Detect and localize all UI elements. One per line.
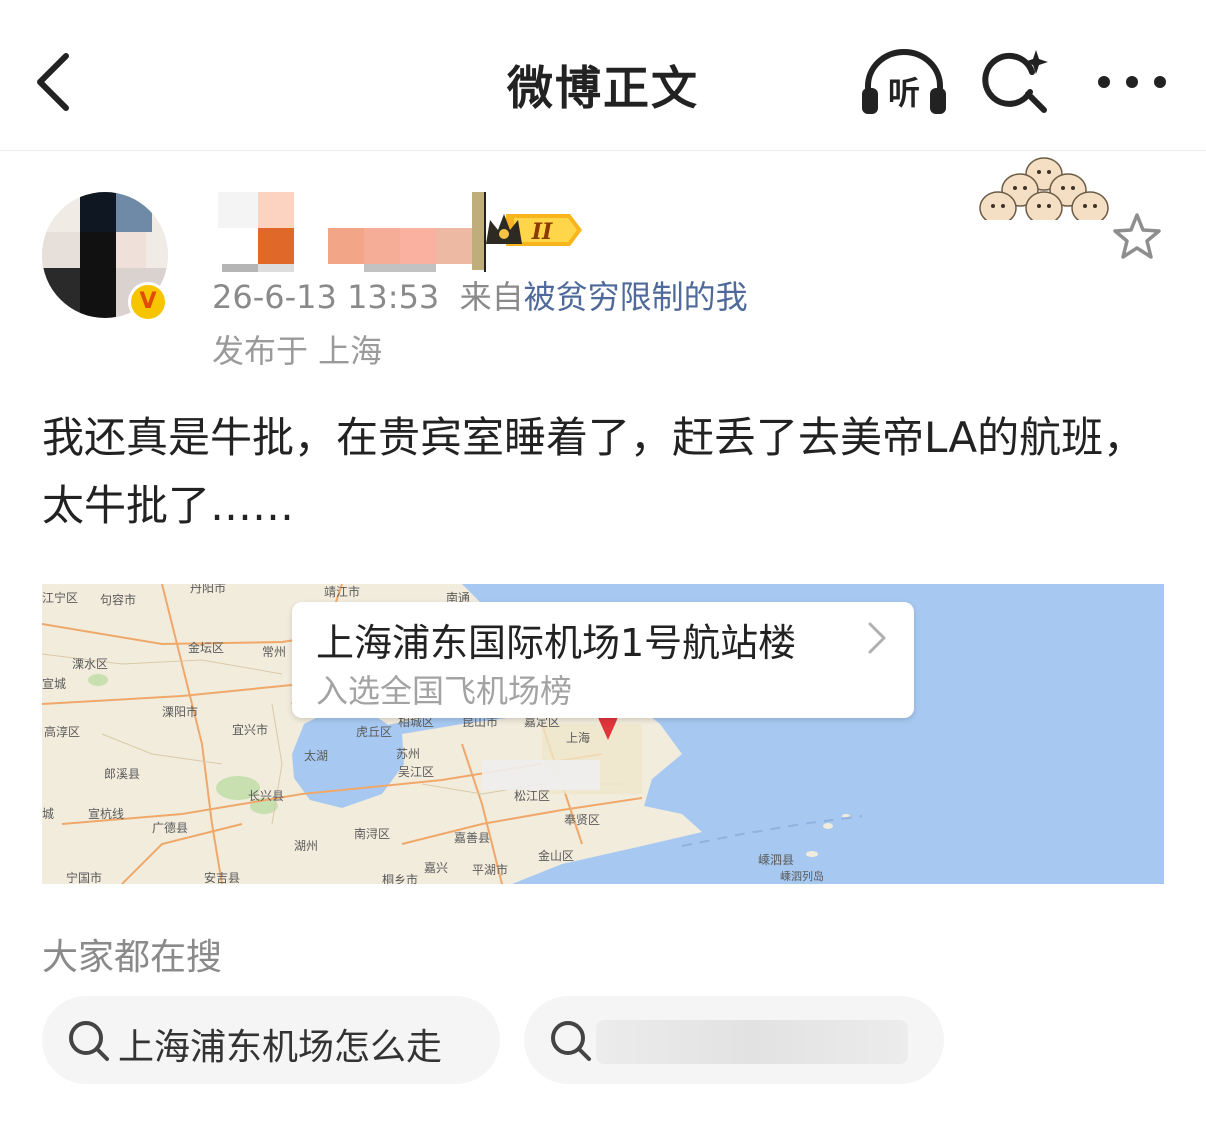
map-label: 吴江区 [398, 765, 434, 779]
rank-level: II [531, 219, 553, 245]
map-label: 城 [42, 807, 54, 821]
more-options-button[interactable] [1092, 62, 1172, 102]
map-label: 广德县 [152, 820, 188, 835]
map-label: 嘉兴 [424, 861, 448, 875]
search-button[interactable] [980, 46, 1052, 118]
map-label: 句容市 [100, 592, 136, 607]
map-label: 郎溪县 [104, 767, 140, 781]
poi-title: 上海浦东国际机场1号航站楼 [316, 621, 797, 665]
rank-badge[interactable]: II [484, 208, 584, 252]
hot-search-text: 上海浦东机场怎么走 [118, 1027, 443, 1068]
map-label: 宣杭线 [88, 806, 124, 821]
map-label: 靖江市 [324, 584, 360, 599]
verified-badge: V [128, 282, 168, 322]
map-label: 溧水区 [72, 657, 108, 671]
listen-button[interactable]: 听 [858, 48, 950, 118]
map-label: 奉贤区 [564, 813, 600, 827]
map-label: 溧阳市 [162, 704, 198, 719]
map-label: 常州 [262, 645, 286, 659]
map-label: 金坛区 [188, 640, 224, 655]
map-label: 嵊泗县 [758, 853, 794, 867]
map-label: 太湖 [304, 748, 328, 763]
map-label: 松江区 [514, 789, 550, 803]
map-label: 长兴县 [248, 789, 284, 803]
map-label: 桐乡市 [382, 872, 418, 884]
map-label: 宣城 [42, 676, 66, 691]
map-label: 江宁区 [42, 590, 78, 605]
map-label: 湖州 [294, 838, 318, 853]
map-label: 苏州 [396, 747, 420, 761]
map-label: 嘉善县 [454, 830, 490, 845]
chevron-left-icon [37, 53, 69, 111]
map-label: 金山区 [538, 848, 574, 863]
crown-icon: II [486, 214, 582, 246]
listen-label: 听 [888, 74, 920, 112]
username-pixelated[interactable] [218, 192, 488, 272]
map-label: 嵊泗列岛 [780, 869, 824, 883]
headphones-icon: 听 [862, 49, 946, 114]
back-button[interactable] [28, 48, 88, 118]
map-label: 安吉县 [204, 870, 240, 884]
more-dots-icon [1098, 76, 1166, 88]
map-label: 虎丘区 [356, 725, 392, 739]
map-label: 丹阳市 [190, 584, 226, 595]
favorite-button[interactable] [1110, 210, 1164, 264]
map-label: 高淳区 [44, 724, 80, 739]
search-icon [548, 1018, 592, 1062]
search-sparkle-icon [982, 50, 1048, 113]
post-meta: 26-6-13 13:53 来自被贫穷限制的我 [212, 272, 748, 318]
chevron-right-icon [864, 618, 890, 658]
search-icon [66, 1018, 110, 1062]
map-label: 平湖市 [472, 862, 508, 877]
post-time: 26-6-13 13:53 [212, 278, 440, 316]
post-location: 发布于 上海 [212, 332, 383, 370]
star-outline-icon [1113, 213, 1161, 259]
post-content: 我还真是牛批，在贵宾室睡着了，赶丢了去美帝LA的航班，太牛批了…… [42, 413, 1146, 530]
decorative-sticker [976, 150, 1116, 225]
hot-search-text-blurred [596, 1020, 908, 1064]
post-source-link[interactable]: 被贫穷限制的我 [524, 278, 748, 316]
map-label: 上海 [566, 730, 590, 745]
post-from: 来自 [459, 278, 524, 316]
poi-subtitle: 入选全国飞机场榜 [316, 672, 573, 710]
hot-search-label: 大家都在搜 [42, 937, 223, 978]
map-label: 宁国市 [66, 870, 102, 884]
map-label: 南浔区 [354, 826, 390, 841]
map-label: 宜兴市 [232, 722, 268, 737]
